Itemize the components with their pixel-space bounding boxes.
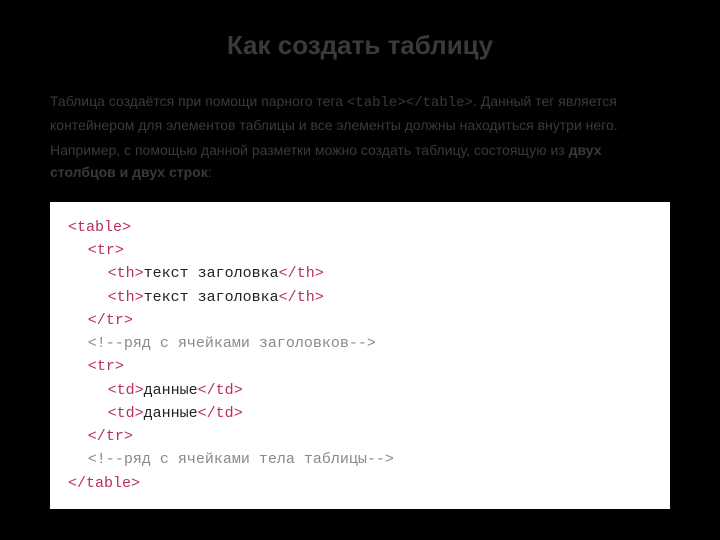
p2-text-a: Например, с помощью данной разметки можн… <box>50 142 569 158</box>
p1-text-a: Таблица создаётся при помощи парного тег… <box>50 93 347 109</box>
inline-code-table-tag: <table></table> <box>347 95 473 111</box>
code-block: <table> <tr> <th>текст заголовка</th> <t… <box>50 202 670 509</box>
p2-text-b: : <box>208 164 212 180</box>
page-title: Как создать таблицу <box>50 30 670 61</box>
intro-paragraph-1: Таблица создаётся при помощи парного тег… <box>50 91 670 136</box>
intro-paragraph-2: Например, с помощью данной разметки можн… <box>50 140 670 183</box>
